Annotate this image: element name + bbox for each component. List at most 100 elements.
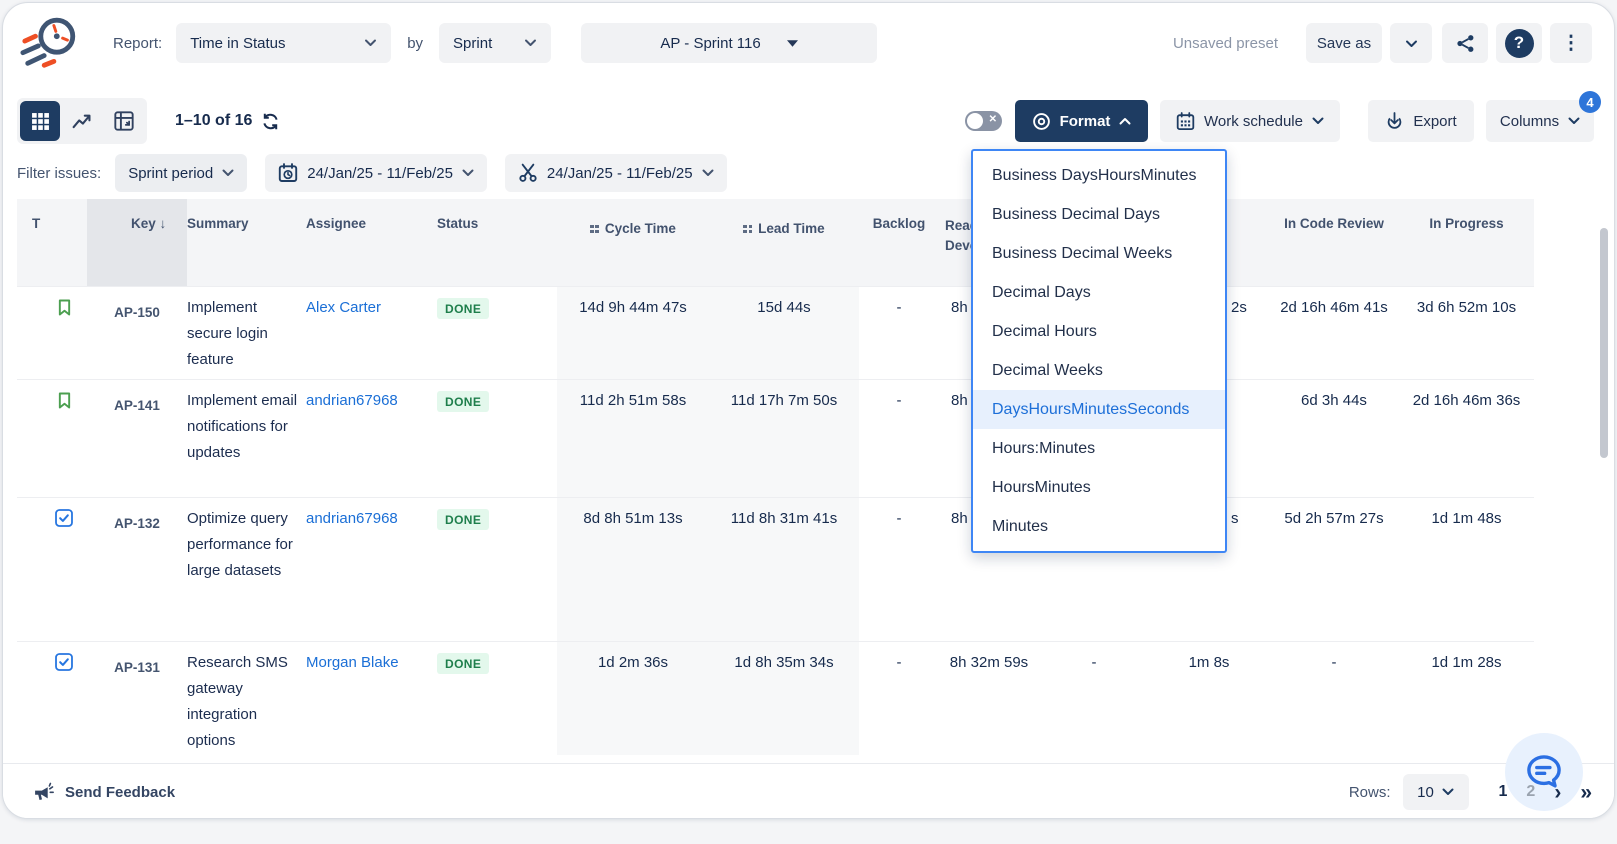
column-header-key[interactable]: Key ↓ bbox=[87, 199, 187, 286]
chart-view-button[interactable] bbox=[62, 101, 102, 141]
issue-key: AP-132 bbox=[87, 497, 187, 641]
hidden-b-value: 1m 8s bbox=[1149, 641, 1269, 755]
hidden-a-value: - bbox=[1039, 641, 1149, 755]
issue-summary: Implement email notifications for update… bbox=[187, 379, 298, 497]
column-header-type[interactable]: T bbox=[17, 199, 87, 286]
format-option[interactable]: Minutes bbox=[973, 507, 1225, 546]
report-type-select[interactable]: Time in Status bbox=[176, 23, 391, 63]
date-range-value: 24/Jan/25 - 11/Feb/25 bbox=[307, 165, 453, 182]
backlog-value: - bbox=[859, 379, 939, 497]
in-progress-value: 2d 16h 46m 36s bbox=[1399, 379, 1534, 497]
backlog-value: - bbox=[859, 497, 939, 641]
issue-key: AP-141 bbox=[87, 379, 187, 497]
column-header-summary[interactable]: Summary bbox=[187, 199, 298, 286]
column-header-in-progress[interactable]: In Progress bbox=[1399, 199, 1534, 286]
task-icon bbox=[55, 653, 73, 671]
view-toolbar: 1–10 of 16 ✕ Format bbox=[3, 97, 1614, 145]
columns-count-badge: 4 bbox=[1579, 91, 1601, 113]
page-2-button[interactable]: 2 bbox=[1526, 783, 1535, 801]
column-header-lead-time[interactable]: Lead Time bbox=[709, 199, 859, 286]
column-header-assignee[interactable]: Assignee bbox=[298, 199, 427, 286]
issue-summary: Optimize query performance for large dat… bbox=[187, 497, 298, 641]
format-option[interactable]: Decimal Weeks bbox=[973, 351, 1225, 390]
save-as-button[interactable]: Save as bbox=[1306, 23, 1382, 63]
in-code-review-value: 5d 2h 57m 27s bbox=[1269, 497, 1399, 641]
work-schedule-button[interactable]: Work schedule bbox=[1160, 100, 1340, 142]
assignee-link[interactable]: Alex Carter bbox=[298, 286, 427, 379]
column-header-status[interactable]: Status bbox=[427, 199, 557, 286]
table-view-button[interactable] bbox=[20, 101, 60, 141]
columns-button[interactable]: Columns 4 bbox=[1486, 100, 1594, 142]
status-badge: DONE bbox=[437, 391, 489, 412]
ready-for-dev-value: 8h 32m 59s bbox=[939, 641, 1039, 755]
format-button[interactable]: Format bbox=[1015, 100, 1148, 142]
rows-per-page-select[interactable]: 10 bbox=[1403, 774, 1469, 810]
in-code-review-value: 6d 3h 44s bbox=[1269, 379, 1399, 497]
pagination: 1 2 › » bbox=[1499, 782, 1593, 803]
sprint-select[interactable]: AP - Sprint 116 bbox=[581, 23, 877, 63]
task-icon bbox=[55, 509, 73, 527]
top-bar: Report: Time in Status by Sprint AP - Sp… bbox=[3, 3, 1614, 83]
help-button[interactable]: ? bbox=[1496, 23, 1542, 63]
page-1-button[interactable]: 1 bbox=[1499, 783, 1508, 801]
filter-bar: Filter issues: Sprint period 24/Jan/25 -… bbox=[3, 153, 1614, 193]
more-menu-button[interactable]: ⋮ bbox=[1550, 23, 1592, 63]
compare-toggle[interactable]: ✕ bbox=[965, 111, 1002, 131]
save-menu-button[interactable] bbox=[1390, 23, 1432, 63]
story-icon bbox=[56, 298, 73, 317]
in-code-review-value: 2d 16h 46m 41s bbox=[1269, 286, 1399, 379]
format-option-selected[interactable]: DaysHoursMinutesSeconds bbox=[973, 390, 1225, 429]
assignee-link[interactable]: andrian67968 bbox=[298, 497, 427, 641]
format-option[interactable]: Decimal Hours bbox=[973, 312, 1225, 351]
format-option[interactable]: Business DaysHoursMinutes bbox=[973, 156, 1225, 195]
table-row: AP-132 Optimize query performance for la… bbox=[17, 497, 1534, 641]
table-row: AP-150 Implement secure login feature Al… bbox=[17, 286, 1534, 379]
assignee-link[interactable]: andrian67968 bbox=[298, 379, 427, 497]
next-page-button[interactable]: › bbox=[1554, 782, 1561, 803]
send-feedback-button[interactable]: Send Feedback bbox=[33, 782, 175, 803]
column-header-in-code-review[interactable]: In Code Review bbox=[1269, 199, 1399, 286]
group-by-select[interactable]: Sprint bbox=[439, 23, 551, 63]
issue-type-cell bbox=[17, 379, 87, 497]
chevron-down-icon bbox=[222, 169, 234, 177]
chevron-down-icon bbox=[1312, 117, 1324, 125]
vertical-scrollbar[interactable] bbox=[1600, 228, 1608, 458]
issues-table: T Key ↓ Summary Assignee Status Cycle Ti… bbox=[3, 199, 1615, 755]
in-code-review-value: - bbox=[1269, 641, 1399, 755]
toggle-off-icon: ✕ bbox=[989, 114, 997, 125]
cycle-time-value: 11d 2h 51m 58s bbox=[557, 379, 709, 497]
rows-label: Rows: bbox=[1349, 784, 1391, 801]
pivot-view-button[interactable] bbox=[104, 101, 144, 141]
status-cell: DONE bbox=[427, 379, 557, 497]
result-count: 1–10 of 16 bbox=[175, 112, 280, 131]
status-badge: DONE bbox=[437, 653, 489, 674]
chevron-down-icon bbox=[462, 169, 474, 177]
column-header-cycle-time[interactable]: Cycle Time bbox=[557, 199, 709, 286]
columns-label: Columns bbox=[1500, 113, 1559, 130]
question-mark-icon: ? bbox=[1505, 29, 1534, 58]
export-download-icon bbox=[1385, 112, 1404, 131]
format-option[interactable]: Decimal Days bbox=[973, 273, 1225, 312]
filter-issues-label: Filter issues: bbox=[17, 165, 101, 182]
export-button[interactable]: Export bbox=[1368, 100, 1474, 142]
refresh-icon[interactable] bbox=[261, 112, 280, 131]
format-option[interactable]: Business Decimal Weeks bbox=[973, 234, 1225, 273]
lead-time-value: 15d 44s bbox=[709, 286, 859, 379]
footer-bar: Send Feedback Rows: 10 1 2 › » bbox=[3, 763, 1614, 819]
lead-time-header-label: Lead Time bbox=[758, 221, 825, 236]
format-option[interactable]: Business Decimal Days bbox=[973, 195, 1225, 234]
pivot-table-icon bbox=[114, 111, 134, 131]
share-button[interactable] bbox=[1442, 23, 1488, 63]
issue-scope-select[interactable]: Sprint period bbox=[115, 154, 247, 192]
cut-range-select[interactable]: 24/Jan/25 - 11/Feb/25 bbox=[505, 154, 727, 192]
assignee-link[interactable]: Morgan Blake bbox=[298, 641, 427, 755]
drag-handle-icon bbox=[590, 225, 599, 234]
date-range-select[interactable]: 24/Jan/25 - 11/Feb/25 bbox=[265, 154, 487, 192]
format-option[interactable]: Hours:Minutes bbox=[973, 429, 1225, 468]
scissors-icon bbox=[518, 163, 538, 183]
column-header-backlog[interactable]: Backlog bbox=[859, 199, 939, 286]
last-page-button[interactable]: » bbox=[1580, 782, 1592, 803]
cut-range-value: 24/Jan/25 - 11/Feb/25 bbox=[547, 165, 693, 182]
table-row: AP-131 Research SMS gateway integration … bbox=[17, 641, 1534, 755]
format-option[interactable]: HoursMinutes bbox=[973, 468, 1225, 507]
